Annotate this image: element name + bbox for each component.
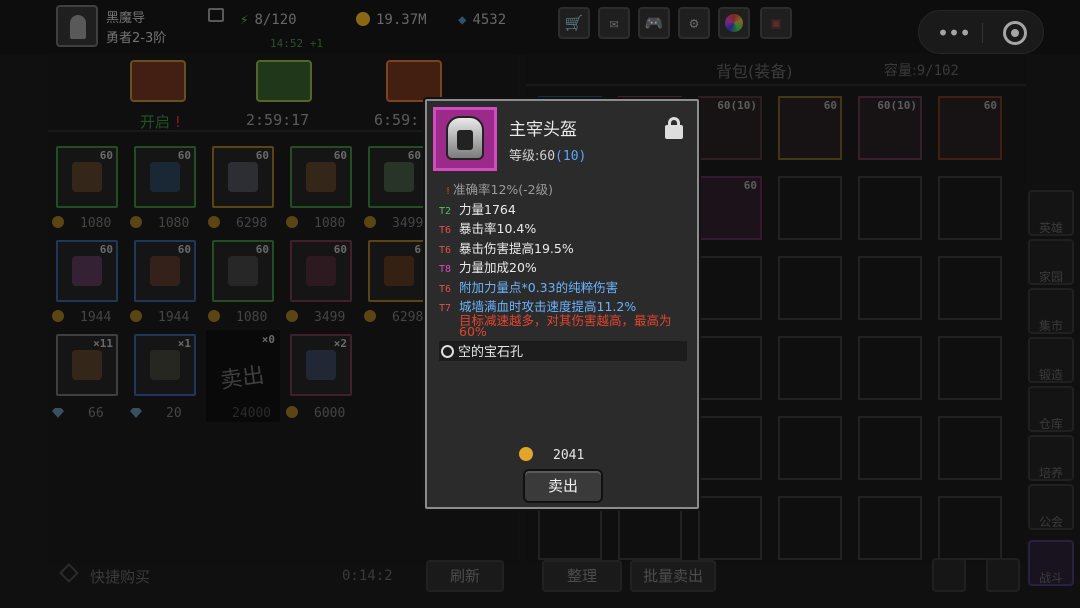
item-icon [433, 107, 497, 171]
lock-icon[interactable] [665, 117, 683, 139]
attribute-row: T6 附加力量点*0.33的纯粹伤害 [439, 277, 618, 296]
sell-button[interactable]: 卖出 [523, 469, 603, 503]
helmet-icon [446, 116, 484, 160]
attribute-text: 暴击率10.4% [459, 221, 537, 236]
tier-label: ! [445, 186, 452, 197]
attribute-row: 60% [439, 324, 487, 339]
attribute-row: T2 力量1764 [439, 199, 516, 218]
attribute-row: T8 力量加成20% [439, 257, 537, 276]
attribute-row: ! 准确率12%(-2级) [439, 179, 553, 198]
attribute-text: 力量1764 [459, 202, 516, 217]
item-level: 等级:60(10) [509, 149, 587, 164]
attribute-row: T6 暴击率10.4% [439, 218, 536, 237]
attribute-text: 力量加成20% [459, 260, 537, 275]
attribute-text: 附加力量点*0.33的纯粹伤害 [459, 280, 619, 295]
item-name: 主宰头盔 [509, 120, 577, 140]
attribute-text: 目标减速越多，对其伤害越高，最高为 [459, 313, 672, 328]
gem-socket[interactable]: 空的宝石孔 [439, 341, 687, 361]
attribute-text: 60% [459, 324, 487, 339]
attribute-row: T6 暴击伤害提高19.5% [439, 238, 574, 257]
attribute-text: 暴击伤害提高19.5% [459, 241, 574, 256]
tier-label: T8 [439, 264, 452, 275]
attribute-text: 准确率12%(-2级) [453, 182, 554, 197]
item-detail-popup: 主宰头盔 等级:60(10) ! 准确率12%(-2级) T2 力量1764 T6 暴击率… [425, 99, 699, 509]
tier-label: T2 [439, 206, 452, 217]
empty-socket-icon [441, 345, 454, 358]
tier-label: T6 [439, 225, 452, 236]
sell-price: 2041 [519, 447, 584, 463]
tier-label: T6 [439, 284, 452, 295]
tier-label: T6 [439, 245, 452, 256]
gold-coin-icon [519, 447, 533, 461]
